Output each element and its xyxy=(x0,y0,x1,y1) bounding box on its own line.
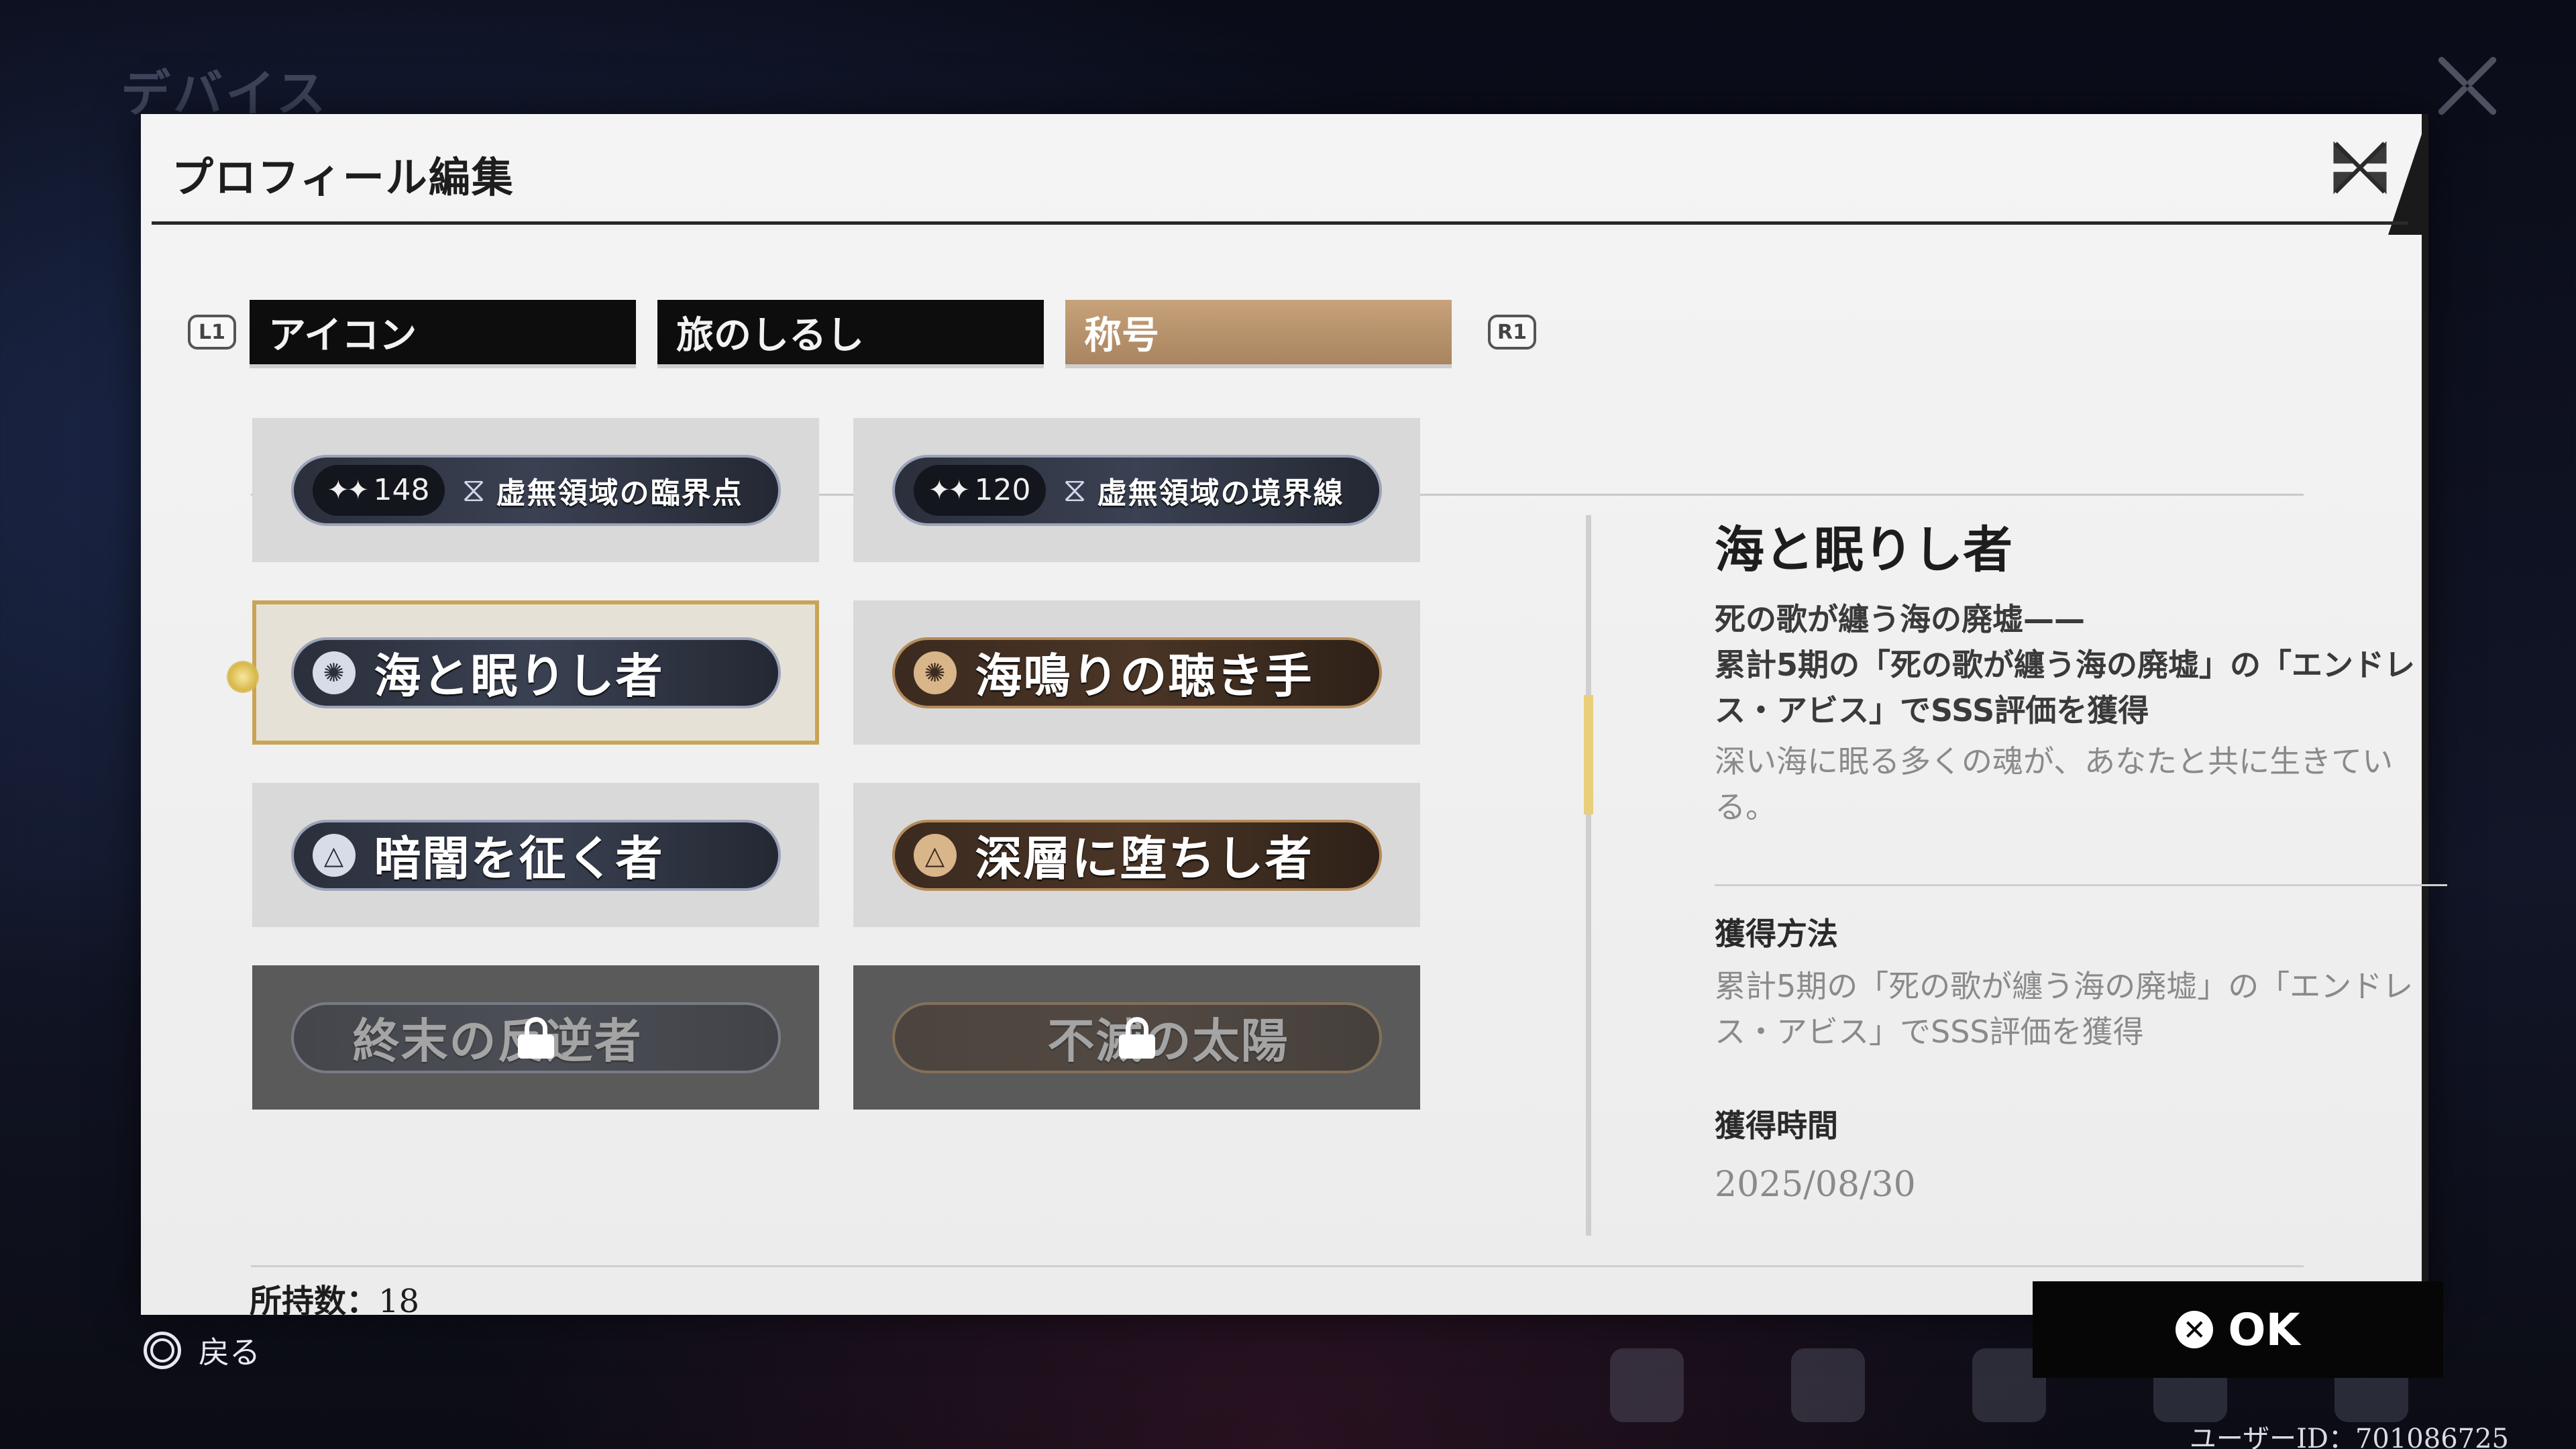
acquire-time-value: 2025/08/30 xyxy=(1715,1165,1916,1205)
clock-icon xyxy=(1791,1348,1865,1422)
selected-indicator-icon xyxy=(227,661,259,693)
modal-header: プロフィール編集 xyxy=(141,114,2422,225)
acquire-method-label: 獲得方法 xyxy=(1715,916,1838,952)
title-card[interactable]: △ 深層に堕ちし者 xyxy=(853,783,1420,927)
lock-icon xyxy=(517,1016,554,1059)
title-detail-panel: 海と眠りし者 死の歌が纏う海の廃墟—— 累計5期の「死の歌が纏う海の廃墟」の「エ… xyxy=(1715,517,2446,830)
detail-flavor-text: 深い海に眠る多くの魂が、あなたと共に生きている。 xyxy=(1715,743,2394,825)
back-label: 戻る xyxy=(199,1334,260,1371)
score-value: 148 xyxy=(373,473,430,507)
sparkle-icon: ✦✦ xyxy=(928,474,971,506)
title-plate: ✦✦ 120 ⧖ 虚無領域の境界線 xyxy=(892,454,1382,526)
detail-condition: 累計5期の「死の歌が纏う海の廃墟」の「エンドレス・アビス」でSSS評価を獲得 xyxy=(1715,647,2416,729)
profile-edit-modal: プロフィール編集 L1 アイコン 旅のしるし 称号 R1 ✦✦ 148 ⧖ 虚無… xyxy=(141,114,2447,1378)
title-label: 海鳴りの聴き手 xyxy=(975,649,1313,704)
title-plate: ✺ 海鳴りの聴き手 xyxy=(892,637,1382,708)
tab-title[interactable]: 称号 xyxy=(1065,300,1452,364)
modal-title: プロフィール編集 xyxy=(172,153,515,202)
detail-subtitle: 死の歌が纏う海の廃墟—— 累計5期の「死の歌が纏う海の廃墟」の「エンドレス・アビ… xyxy=(1715,596,2446,733)
ok-label: OK xyxy=(2228,1303,2300,1356)
title-card-locked[interactable]: 不滅の太陽 xyxy=(853,965,1420,1110)
title-card[interactable]: ✦✦ 148 ⧖ 虚無領域の臨界点 xyxy=(252,418,819,562)
sea-emblem-icon: ✺ xyxy=(913,651,957,694)
tab-label: 旅のしるし xyxy=(676,313,864,358)
circle-button-icon xyxy=(144,1332,181,1369)
owned-count-value: 18 xyxy=(378,1283,420,1320)
title-plate: ✺ 海と眠りし者 xyxy=(290,637,781,708)
tab-label: 称号 xyxy=(1084,313,1159,358)
title-label: 虚無領域の境界線 xyxy=(1097,476,1344,511)
title-label: 海と眠りし者 xyxy=(374,649,664,704)
title-label: 不滅の太陽 xyxy=(1047,1014,1289,1069)
mail-icon xyxy=(1610,1348,1684,1422)
tab-label: アイコン xyxy=(268,313,417,358)
title-card-selected[interactable]: ✺ 海と眠りし者 xyxy=(227,600,819,745)
title-card-locked[interactable]: 終末の反逆者 xyxy=(252,965,819,1110)
lock-icon xyxy=(1118,1016,1155,1059)
owned-label: 所持数： xyxy=(250,1283,379,1320)
tab-bar: L1 アイコン 旅のしるし 称号 R1 xyxy=(188,299,1536,366)
title-label: 深層に堕ちし者 xyxy=(975,831,1313,886)
r1-shoulder-icon[interactable]: R1 xyxy=(1488,315,1536,350)
l1-shoulder-icon[interactable]: L1 xyxy=(188,315,236,350)
title-card[interactable]: ✦✦ 120 ⧖ 虚無領域の境界線 xyxy=(853,418,1420,562)
header-divider xyxy=(152,221,2408,225)
title-card[interactable]: ✺ 海鳴りの聴き手 xyxy=(853,600,1420,745)
ok-button[interactable]: ✕ OK xyxy=(2033,1281,2443,1378)
acquire-time-label: 獲得時間 xyxy=(1715,1108,1838,1144)
hourglass-icon: ⧖ xyxy=(1063,470,1087,509)
tab-travel-mark[interactable]: 旅のしるし xyxy=(657,300,1044,364)
cross-button-icon: ✕ xyxy=(2176,1311,2214,1348)
acquire-method-section: 獲得方法 累計5期の「死の歌が纏う海の廃墟」の「エンドレス・アビス」でSSS評価… xyxy=(1715,910,2446,1055)
background-close-icon xyxy=(2438,56,2497,115)
score-badge: ✦✦ 148 xyxy=(312,464,445,516)
title-plate: △ 深層に堕ちし者 xyxy=(892,819,1382,891)
title-plate: ✦✦ 148 ⧖ 虚無領域の臨界点 xyxy=(290,454,781,526)
title-label: 終末の反逆者 xyxy=(352,1014,643,1069)
title-label: 虚無領域の臨界点 xyxy=(496,476,743,511)
acquire-method-value: 累計5期の「死の歌が纏う海の廃墟」の「エンドレス・アビス」でSSS評価を獲得 xyxy=(1715,968,2414,1050)
scrollbar-track[interactable] xyxy=(1586,515,1591,1236)
triangle-emblem-icon: △ xyxy=(913,833,957,877)
hourglass-icon: ⧖ xyxy=(462,470,486,509)
back-hint[interactable]: 戻る xyxy=(144,1328,260,1373)
detail-divider xyxy=(1715,884,2447,886)
title-plate: △ 暗闇を征く者 xyxy=(290,819,781,891)
score-badge: ✦✦ 120 xyxy=(913,464,1046,516)
acquire-time-section: 獲得時間 2025/08/30 xyxy=(1715,1102,2446,1205)
sea-emblem-icon: ✺ xyxy=(312,651,356,694)
score-value: 120 xyxy=(974,473,1031,507)
title-label: 暗闇を征く者 xyxy=(374,831,664,886)
owned-count: 所持数：18 xyxy=(250,1275,419,1322)
tab-icon[interactable]: アイコン xyxy=(250,300,636,364)
detail-title-name: 海と眠りし者 xyxy=(1715,521,2012,579)
scrollbar-thumb[interactable] xyxy=(1584,695,1593,814)
close-icon[interactable] xyxy=(2325,133,2395,203)
triangle-emblem-icon: △ xyxy=(312,833,356,877)
title-card[interactable]: △ 暗闇を征く者 xyxy=(252,783,819,927)
footer-divider xyxy=(251,1265,2304,1267)
detail-subtitle-line: 死の歌が纏う海の廃墟—— xyxy=(1715,601,2085,637)
sparkle-icon: ✦✦ xyxy=(327,474,370,506)
user-id: ユーザーID：701086725 xyxy=(2189,1424,2509,1449)
